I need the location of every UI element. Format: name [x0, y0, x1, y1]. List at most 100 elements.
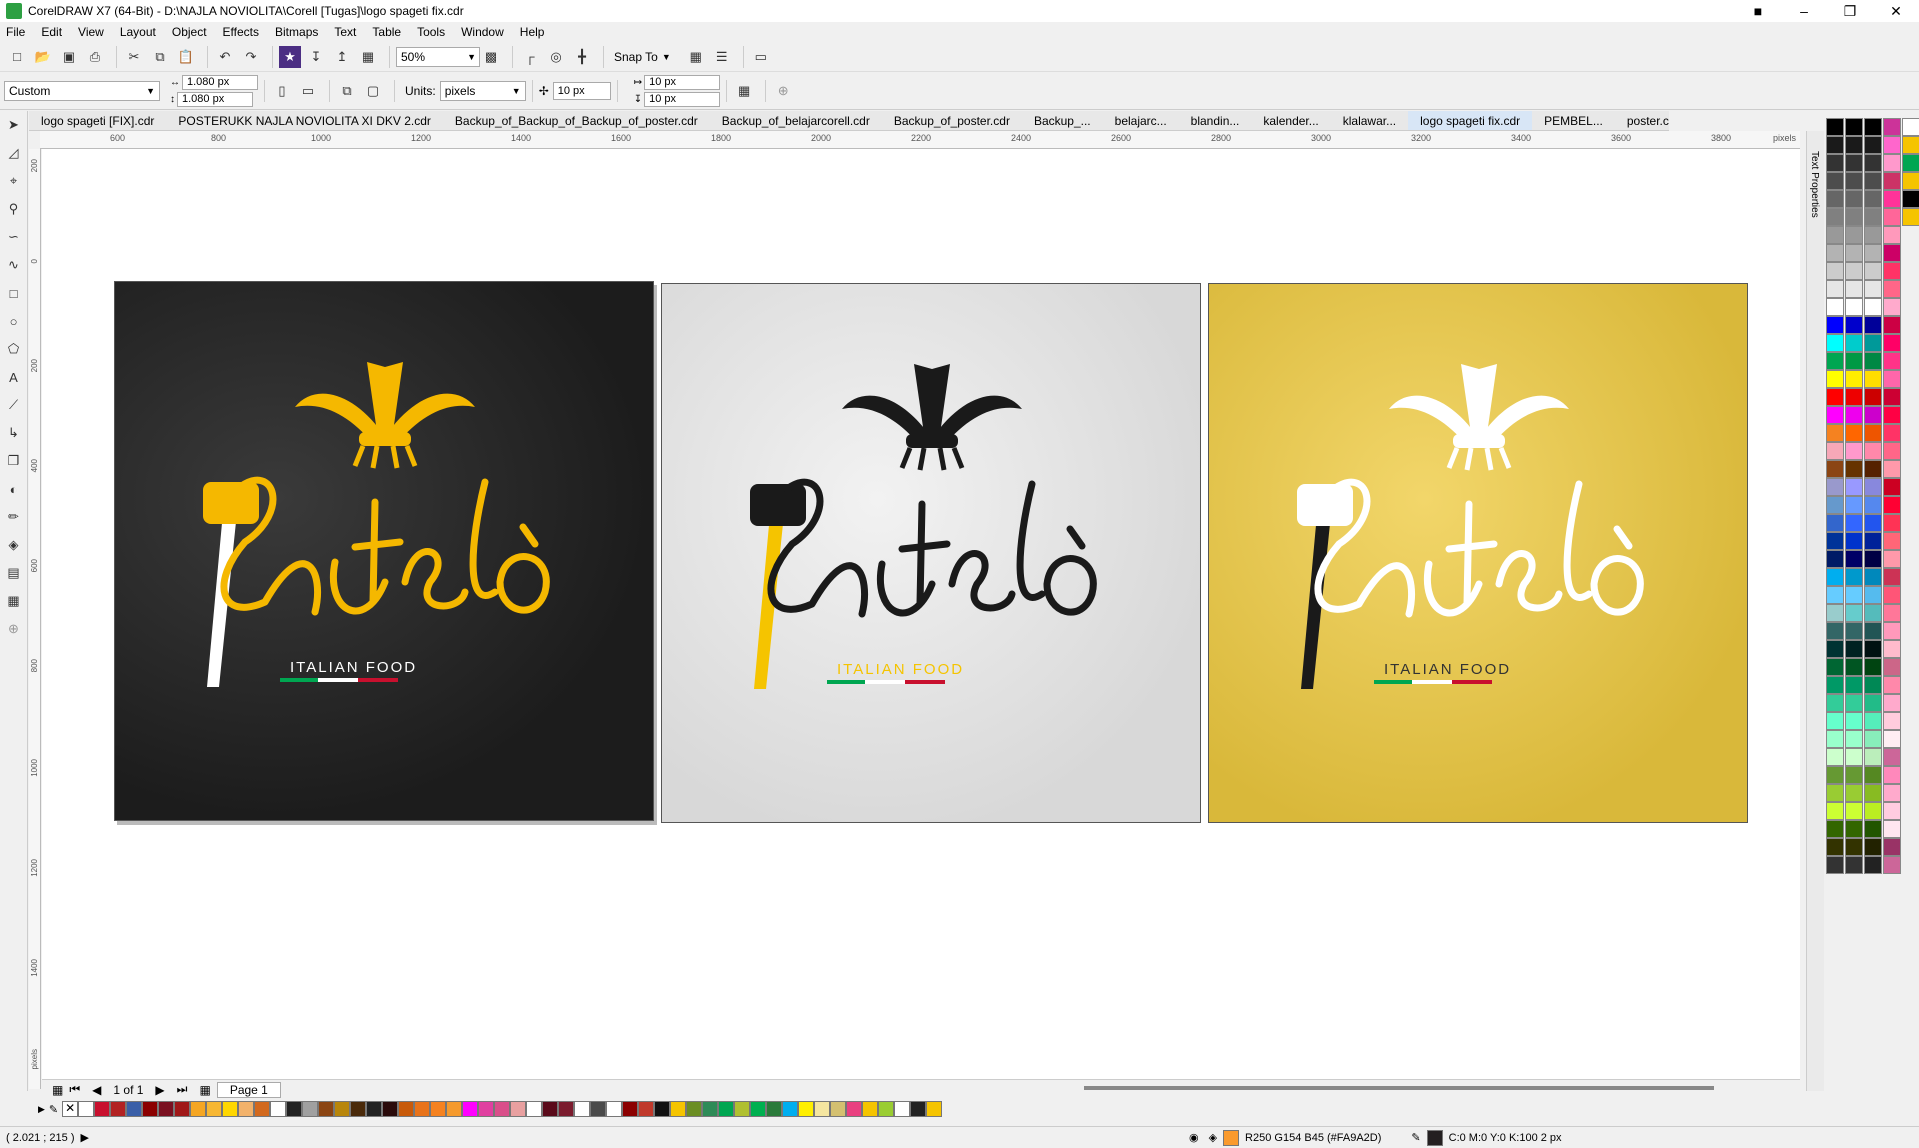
color-swatch[interactable]: [798, 1101, 815, 1117]
color-swatch[interactable]: [1864, 316, 1882, 334]
polygon-tool-icon[interactable]: ⬠: [4, 339, 24, 359]
color-swatch[interactable]: [1826, 226, 1844, 244]
menu-object[interactable]: Object: [172, 25, 207, 39]
text-properties-docker-tab[interactable]: Text Properties: [1809, 151, 1820, 218]
color-swatch[interactable]: [158, 1101, 175, 1117]
menu-table[interactable]: Table: [372, 25, 401, 39]
color-swatch[interactable]: [1864, 802, 1882, 820]
color-swatch[interactable]: [254, 1101, 271, 1117]
close-button[interactable]: ✕: [1873, 0, 1919, 22]
color-swatch[interactable]: [1883, 226, 1901, 244]
color-swatch[interactable]: [94, 1101, 111, 1117]
color-swatch[interactable]: [686, 1101, 703, 1117]
color-swatch[interactable]: [1826, 748, 1844, 766]
color-swatch[interactable]: [1883, 190, 1901, 208]
color-swatch[interactable]: [782, 1101, 799, 1117]
page-width-input[interactable]: 1.080 px: [182, 74, 258, 90]
color-swatch[interactable]: [270, 1101, 287, 1117]
color-swatch[interactable]: [1845, 460, 1863, 478]
color-swatch[interactable]: [1826, 478, 1844, 496]
color-swatch[interactable]: [1883, 658, 1901, 676]
color-swatch[interactable]: [1864, 226, 1882, 244]
color-swatch[interactable]: [1864, 532, 1882, 550]
document-tab-active[interactable]: logo spageti fix.cdr: [1408, 111, 1533, 130]
color-swatch[interactable]: [1883, 712, 1901, 730]
color-swatch[interactable]: [1864, 136, 1882, 154]
restore-button[interactable]: ❐: [1827, 0, 1873, 22]
color-swatch[interactable]: [1864, 730, 1882, 748]
color-swatch[interactable]: [1864, 748, 1882, 766]
color-swatch[interactable]: [1826, 532, 1844, 550]
color-swatch[interactable]: [1845, 280, 1863, 298]
eyedropper-tool-icon[interactable]: ✏: [4, 507, 24, 527]
full-screen-preview-icon[interactable]: ▩: [480, 46, 502, 68]
horizontal-ruler[interactable]: 600 800 1000 1200 1400 1600 1800 2000 22…: [40, 131, 1800, 149]
color-swatch[interactable]: [1826, 442, 1844, 460]
no-color-swatch[interactable]: ✕: [62, 1101, 79, 1117]
units-select[interactable]: pixels ▼: [439, 80, 526, 101]
prev-page-icon[interactable]: ◀: [92, 1083, 101, 1097]
color-swatch[interactable]: [478, 1101, 495, 1117]
color-swatch[interactable]: [1883, 694, 1901, 712]
color-swatch[interactable]: [1826, 550, 1844, 568]
menu-view[interactable]: View: [78, 25, 104, 39]
add-icon[interactable]: ⊕: [772, 80, 794, 102]
color-swatch[interactable]: [1845, 334, 1863, 352]
paste-icon[interactable]: 📋: [175, 46, 197, 68]
color-swatch[interactable]: [1883, 316, 1901, 334]
color-swatch[interactable]: [1864, 856, 1882, 874]
color-swatch[interactable]: [1864, 190, 1882, 208]
color-swatch[interactable]: [1883, 766, 1901, 784]
color-swatch[interactable]: [1864, 838, 1882, 856]
color-swatch[interactable]: [1845, 676, 1863, 694]
color-swatch[interactable]: [1883, 604, 1901, 622]
color-swatch[interactable]: [1845, 244, 1863, 262]
color-swatch[interactable]: [110, 1101, 127, 1117]
color-swatch[interactable]: [1845, 694, 1863, 712]
color-swatch[interactable]: [1826, 424, 1844, 442]
color-swatch[interactable]: [1845, 226, 1863, 244]
color-swatch[interactable]: [1883, 370, 1901, 388]
color-swatch[interactable]: [1845, 316, 1863, 334]
color-swatch[interactable]: [1883, 172, 1901, 190]
color-swatch[interactable]: [1864, 658, 1882, 676]
color-swatch[interactable]: [1845, 622, 1863, 640]
color-swatch[interactable]: [1845, 838, 1863, 856]
color-swatch[interactable]: [1883, 280, 1901, 298]
color-swatch[interactable]: [1826, 514, 1844, 532]
menu-file[interactable]: File: [6, 25, 25, 39]
document-tab[interactable]: Backup_...: [1022, 111, 1103, 130]
color-swatch[interactable]: [1883, 442, 1901, 460]
color-swatch[interactable]: [1883, 802, 1901, 820]
color-swatch[interactable]: [622, 1101, 639, 1117]
pick-tool-icon[interactable]: ➤: [4, 115, 24, 135]
color-swatch[interactable]: [1883, 460, 1901, 478]
menu-bitmaps[interactable]: Bitmaps: [275, 25, 318, 39]
color-swatch[interactable]: [766, 1101, 783, 1117]
color-swatch[interactable]: [1826, 154, 1844, 172]
color-swatch[interactable]: [1864, 712, 1882, 730]
color-swatch[interactable]: [1845, 856, 1863, 874]
all-pages-icon[interactable]: ⧉: [336, 80, 358, 102]
color-swatch[interactable]: [1845, 820, 1863, 838]
shape-tool-icon[interactable]: ◿: [4, 143, 24, 163]
color-swatch[interactable]: [862, 1101, 879, 1117]
color-swatch[interactable]: [1826, 856, 1844, 874]
minimize-button[interactable]: –: [1781, 0, 1827, 22]
color-swatch[interactable]: [1845, 478, 1863, 496]
color-swatch[interactable]: [718, 1101, 735, 1117]
add-tool-icon[interactable]: ⊕: [4, 619, 24, 639]
color-swatch[interactable]: [1845, 406, 1863, 424]
open-folder-icon[interactable]: 📂: [32, 46, 54, 68]
color-swatch[interactable]: [1826, 172, 1844, 190]
color-swatch[interactable]: [126, 1101, 143, 1117]
menu-edit[interactable]: Edit: [41, 25, 62, 39]
color-swatch[interactable]: [1826, 244, 1844, 262]
color-swatch[interactable]: [1864, 406, 1882, 424]
color-swatch[interactable]: [1864, 478, 1882, 496]
color-swatch[interactable]: [1845, 586, 1863, 604]
freehand-tool-icon[interactable]: ∽: [4, 227, 24, 247]
copy-icon[interactable]: ⧉: [149, 46, 171, 68]
color-swatch[interactable]: [878, 1101, 895, 1117]
color-swatch[interactable]: [606, 1101, 623, 1117]
